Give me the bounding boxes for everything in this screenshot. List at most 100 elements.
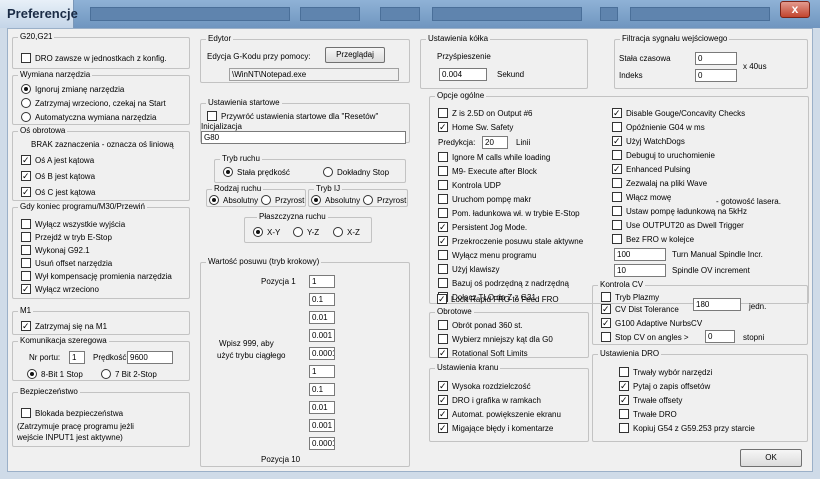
checkbox-box[interactable] [21, 53, 31, 63]
constant-velocity-radio[interactable]: Stała prędkość [223, 166, 290, 178]
persistent-tool-checkbox[interactable]: Trwały wybór narzędzi [619, 366, 712, 378]
macro-pump-checkbox[interactable]: Uruchom pompę makr [438, 193, 531, 205]
init-input[interactable]: G80 [201, 131, 406, 144]
m9-checkbox[interactable]: M9- Execute after Block [438, 165, 537, 177]
serial-8bit-radio[interactable]: 8-Bit 1 Stop [27, 368, 83, 380]
port-label: Nr portu: [29, 353, 61, 362]
serial-7bit-radio[interactable]: 7 Bit 2-Stop [101, 368, 157, 380]
group-title: Obrotowe [435, 307, 474, 317]
ok-button[interactable]: OK [740, 449, 802, 467]
group-jog-step: Wartość posuwu (tryb krokowy) Pozycja 1 … [200, 257, 410, 467]
stop-cv-input[interactable]: 0 [705, 330, 735, 343]
end-option-checkbox[interactable]: Usuń offset narzędzia [21, 257, 112, 269]
ignore-m-checkbox[interactable]: Ignore M calls while loading [438, 151, 550, 163]
blink-errors-checkbox[interactable]: Migające błędy i komentarze [438, 422, 553, 434]
jog-step-input[interactable]: 0.1 [309, 293, 335, 306]
axis-a-angular-checkbox[interactable]: Oś A jest kątowa [21, 154, 94, 166]
jog-step-input[interactable]: 0.01 [309, 311, 335, 324]
spindle-ov-input[interactable]: 10 [614, 264, 666, 277]
plane-yz-radio[interactable]: Y-Z [293, 226, 319, 238]
end-option-checkbox[interactable]: Wyłącz wszystkie wyjścia [21, 218, 125, 230]
jog-step-input[interactable]: 1 [309, 275, 335, 288]
ij-incremental-radio[interactable]: Przyrost [363, 194, 406, 206]
use-keys-checkbox[interactable]: Użyj klawiszy [438, 263, 500, 275]
jog-step-input[interactable]: 1 [309, 365, 335, 378]
wave-files-checkbox[interactable]: Zezwalaj na pliki Wave [612, 177, 707, 189]
exact-stop-radio[interactable]: Dokładny Stop [323, 166, 389, 178]
disable-menu-checkbox[interactable]: Wyłącz menu programu [438, 249, 536, 261]
group-ij-mode: Tryb IJ Absolutny Przyrost [308, 184, 408, 207]
jog-step-input[interactable]: 0.1 [309, 383, 335, 396]
z25-checkbox[interactable]: Z is 2.5D on Output #6 [438, 107, 533, 119]
spindle-incr-input[interactable]: 100 [614, 248, 666, 261]
dwell-trigger-checkbox[interactable]: Use OUTPUT20 as Dwell Trigger [612, 219, 744, 231]
move-incremental-radio[interactable]: Przyrost [261, 194, 304, 206]
tool-change-auto-radio[interactable]: Automatyczna wymiana narzędzia [21, 111, 156, 123]
accel-input[interactable]: 0.004 [439, 68, 487, 81]
stop-cv-checkbox[interactable]: Stop CV on angles > [601, 331, 689, 343]
end-option-checkbox[interactable]: Wyłącz wrzeciono [21, 283, 99, 295]
persistent-jog-checkbox[interactable]: Persistent Jog Mode. [438, 221, 527, 233]
ask-offsets-checkbox[interactable]: Pytaj o zapis offsetów [619, 380, 710, 392]
lookahead-input[interactable]: 20 [482, 136, 508, 149]
jog-step-input[interactable]: 0.001 [309, 419, 335, 432]
g04-ms-checkbox[interactable]: Opóźnienie G04 w ms [612, 121, 705, 133]
m1-stop-checkbox[interactable]: Zatrzymaj się na M1 [21, 320, 107, 332]
move-absolute-radio[interactable]: Absolutny [209, 194, 258, 206]
home-safety-checkbox[interactable]: Home Sw. Safety [438, 121, 513, 133]
filter-const-input[interactable]: 0 [695, 52, 737, 65]
charge-pump-estop-checkbox[interactable]: Pom. ładunkowa wł. w trybie E-Stop [438, 207, 580, 219]
gouge-checkbox[interactable]: Disable Gouge/Concavity Checks [612, 107, 745, 119]
copy-g54-checkbox[interactable]: Kopiuj G54 z G59.253 przy starcie [619, 422, 755, 434]
auto-zoom-checkbox[interactable]: Automat. powiększenie ekranu [438, 408, 561, 420]
rotational-soft-limits-checkbox[interactable]: Rotational Soft Limits [438, 347, 528, 359]
persistent-offsets-checkbox[interactable]: Trwałe offsety [619, 394, 682, 406]
background-toolbar-strip [300, 7, 360, 21]
rotate-over-360-checkbox[interactable]: Obrót ponad 360 st. [438, 319, 523, 331]
end-option-checkbox[interactable]: Przejdź w tryb E-Stop [21, 231, 112, 243]
plane-xy-radio[interactable]: X-Y [253, 226, 280, 238]
group-title: Ustawienia DRO [598, 349, 662, 359]
jog-step-input[interactable]: 0.01 [309, 401, 335, 414]
speech-checkbox[interactable]: Włącz mowę [612, 191, 671, 203]
ij-absolute-radio[interactable]: Absolutny [311, 194, 360, 206]
axis-b-angular-checkbox[interactable]: Oś B jest kątowa [21, 170, 95, 182]
jog-step-input[interactable]: 0.001 [309, 329, 335, 342]
no-fro-queue-checkbox[interactable]: Bez FRO w kolejce [612, 233, 694, 245]
plasma-mode-checkbox[interactable]: Tryb Plazmy [601, 291, 659, 303]
debug-checkbox[interactable]: Debuguj to uruchomienie [612, 149, 715, 161]
group-m1: M1 Zatrzymaj się na M1 [12, 306, 190, 335]
restore-startup-checkbox[interactable]: Przywróć ustawienia startowe dla "Resetó… [207, 110, 378, 122]
browse-button[interactable]: Przeglądaj [325, 47, 385, 63]
plane-xz-radio[interactable]: X-Z [333, 226, 360, 238]
jog-step-input[interactable]: 0.0001 [309, 347, 335, 360]
safety-lock-checkbox[interactable]: Blokada bezpieczeństwa [21, 407, 123, 419]
tool-change-ignore-radio[interactable]: Ignoruj zmianę narzędzia [21, 83, 124, 95]
enhanced-pulsing-checkbox[interactable]: Enhanced Pulsing [612, 163, 691, 175]
axis-c-angular-checkbox[interactable]: Oś C jest kątowa [21, 186, 95, 198]
persistent-dro-checkbox[interactable]: Trwałe DRO [619, 408, 677, 420]
shortest-angle-checkbox[interactable]: Wybierz mniejszy kąt dla G0 [438, 333, 553, 345]
group-title: Ustawienia startowe [206, 98, 282, 108]
nurbs-cv-checkbox[interactable]: G100 Adaptive NurbsCV [601, 317, 702, 329]
udp-checkbox[interactable]: Kontrola UDP [438, 179, 501, 191]
watchdogs-checkbox[interactable]: Użyj WatchDogs [612, 135, 685, 147]
charge-pump-5khz-checkbox[interactable]: Ustaw pompę ładunkową na 5kHz [612, 205, 747, 217]
close-button[interactable]: x [780, 1, 810, 18]
lock-rapid-fro-checkbox[interactable]: Lock Rapid FRO to Feed FRO [437, 293, 559, 305]
port-input[interactable]: 1 [69, 351, 85, 364]
cv-dist-input[interactable]: 180 [693, 298, 741, 311]
dro-units-checkbox[interactable]: DRO zawsze w jednostkach z konfig. [21, 52, 167, 64]
cv-dist-checkbox[interactable]: CV Dist Tolerance [601, 303, 679, 315]
group-move-type: Rodzaj ruchu Absolutny Przyrost [206, 184, 306, 207]
end-option-checkbox[interactable]: Wył kompensację promienia narzędzia [21, 270, 172, 282]
high-resolution-checkbox[interactable]: Wysoka rozdzielczość [438, 380, 531, 392]
filter-index-input[interactable]: 0 [695, 69, 737, 82]
feed-override-checkbox[interactable]: Przekroczenie posuwu stale aktywne [438, 235, 583, 247]
jog-step-input[interactable]: 0.0001 [309, 437, 335, 450]
end-option-checkbox[interactable]: Wykonaj G92.1 [21, 244, 90, 256]
slave-axis-checkbox[interactable]: Bazuj oś podrzędną z nadrzędną [438, 277, 569, 289]
tool-change-stop-radio[interactable]: Zatrzymaj wrzeciono, czekaj na Start [21, 97, 166, 109]
dro-frames-checkbox[interactable]: DRO i grafika w ramkach [438, 394, 541, 406]
speed-input[interactable]: 9600 [127, 351, 173, 364]
